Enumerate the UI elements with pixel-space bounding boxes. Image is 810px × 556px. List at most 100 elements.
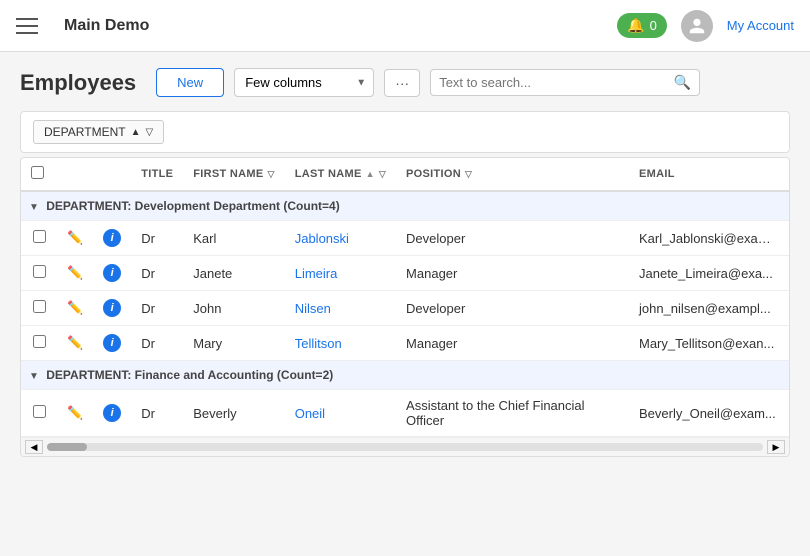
edit-icon[interactable]: ✏️ [67, 405, 83, 420]
info-icon[interactable]: i [103, 229, 121, 247]
my-account-link[interactable]: My Account [727, 18, 794, 33]
row-title: Dr [131, 326, 183, 361]
th-title: TITLE [131, 158, 183, 191]
row-title: Dr [131, 256, 183, 291]
dept-label: ▼ DEPARTMENT: Finance and Accounting (Co… [21, 361, 789, 390]
column-select-wrapper: Few columns All columns Custom ▼ [234, 68, 374, 97]
row-checkbox-cell [21, 256, 57, 291]
page-heading: Employees [20, 70, 136, 96]
row-checkbox-cell [21, 326, 57, 361]
header-right: 🔔 0 My Account [617, 10, 794, 42]
row-position: Assistant to the Chief Financial Officer [396, 390, 629, 437]
row-last-name: Limeira [285, 256, 396, 291]
last-name-filter-icon[interactable]: ▽ [379, 169, 386, 180]
row-title: Dr [131, 221, 183, 256]
edit-icon[interactable]: ✏️ [67, 265, 83, 280]
row-last-name: Jablonski [285, 221, 396, 256]
row-info-cell: i [93, 256, 131, 291]
row-edit-cell: ✏️ [57, 326, 93, 361]
th-info [93, 158, 131, 191]
scroll-right-button[interactable]: ▶ [767, 440, 785, 454]
app-title: Main Demo [64, 17, 149, 35]
search-input[interactable] [439, 75, 674, 90]
info-icon[interactable]: i [103, 404, 121, 422]
collapse-arrow-dev[interactable]: ▼ [29, 202, 39, 213]
row-info-cell: i [93, 221, 131, 256]
scroll-thumb [47, 443, 87, 451]
first-name-filter-icon[interactable]: ▽ [267, 169, 274, 180]
top-header: Main Demo 🔔 0 My Account [0, 0, 810, 52]
notif-count: 0 [650, 18, 657, 33]
page-content: Employees New Few columns All columns Cu… [0, 52, 810, 556]
table-header-row: TITLE FIRST NAME ▽ LAST NAME ▲ ▽ [21, 158, 789, 191]
row-edit-cell: ✏️ [57, 390, 93, 437]
table-body: ▼ DEPARTMENT: Development Department (Co… [21, 191, 789, 437]
row-checkbox[interactable] [33, 300, 46, 313]
info-icon[interactable]: i [103, 264, 121, 282]
row-checkbox[interactable] [33, 265, 46, 278]
row-position: Developer [396, 291, 629, 326]
employees-table: TITLE FIRST NAME ▽ LAST NAME ▲ ▽ [21, 158, 789, 437]
row-last-name: Tellitson [285, 326, 396, 361]
horizontal-scrollbar: ◀ ▶ [21, 437, 789, 456]
row-last-name: Nilsen [285, 291, 396, 326]
funnel-icon: ▽ [145, 127, 153, 138]
info-icon[interactable]: i [103, 299, 121, 317]
row-edit-cell: ✏️ [57, 256, 93, 291]
row-position: Manager [396, 256, 629, 291]
row-position: Manager [396, 326, 629, 361]
scroll-left-button[interactable]: ◀ [25, 440, 43, 454]
row-checkbox[interactable] [33, 405, 46, 418]
row-email: Mary_Tellitson@exan... [629, 326, 789, 361]
th-position: POSITION ▽ [396, 158, 629, 191]
page-toolbar: Employees New Few columns All columns Cu… [20, 68, 790, 97]
search-wrapper: 🔍 [430, 69, 700, 96]
sort-up-icon: ▲ [131, 127, 141, 138]
row-checkbox[interactable] [33, 335, 46, 348]
row-edit-cell: ✏️ [57, 221, 93, 256]
row-email: Janete_Limeira@exa... [629, 256, 789, 291]
new-button[interactable]: New [156, 68, 224, 97]
table-row: ✏️ i Dr Janete Limeira Manager Janete_Li… [21, 256, 789, 291]
filter-bar: DEPARTMENT ▲ ▽ [20, 111, 790, 153]
dept-label: ▼ DEPARTMENT: Development Department (Co… [21, 191, 789, 221]
collapse-arrow-finance[interactable]: ▼ [29, 371, 39, 382]
table-row: ✏️ i Dr Karl Jablonski Developer Karl_Ja… [21, 221, 789, 256]
table-row: ✏️ i Dr Mary Tellitson Manager Mary_Tell… [21, 326, 789, 361]
row-email: john_nilsen@exampl... [629, 291, 789, 326]
row-info-cell: i [93, 326, 131, 361]
filter-label: DEPARTMENT [44, 125, 126, 139]
row-email: Beverly_Oneil@exam... [629, 390, 789, 437]
edit-icon[interactable]: ✏️ [67, 335, 83, 350]
edit-icon[interactable]: ✏️ [67, 300, 83, 315]
row-first-name: Janete [183, 256, 284, 291]
table-row: ✏️ i Dr John Nilsen Developer john_nilse… [21, 291, 789, 326]
last-name-sort-icon[interactable]: ▲ [366, 169, 375, 179]
th-first-name: FIRST NAME ▽ [183, 158, 284, 191]
row-title: Dr [131, 390, 183, 437]
th-edit [57, 158, 93, 191]
more-options-button[interactable]: ··· [384, 69, 420, 97]
dept-group-row: ▼ DEPARTMENT: Development Department (Co… [21, 191, 789, 221]
row-info-cell: i [93, 390, 131, 437]
scroll-track [47, 443, 763, 451]
department-filter-tag[interactable]: DEPARTMENT ▲ ▽ [33, 120, 164, 144]
select-all-checkbox[interactable] [31, 166, 44, 179]
th-select-all [21, 158, 57, 191]
row-checkbox[interactable] [33, 230, 46, 243]
row-position: Developer [396, 221, 629, 256]
bell-icon: 🔔 [627, 17, 644, 34]
info-icon[interactable]: i [103, 334, 121, 352]
row-first-name: John [183, 291, 284, 326]
edit-icon[interactable]: ✏️ [67, 230, 83, 245]
th-email: EMAIL [629, 158, 789, 191]
position-filter-icon[interactable]: ▽ [465, 169, 472, 180]
th-last-name: LAST NAME ▲ ▽ [285, 158, 396, 191]
row-email: Karl_Jablonski@exam... [629, 221, 789, 256]
row-info-cell: i [93, 291, 131, 326]
notifications-button[interactable]: 🔔 0 [617, 13, 667, 38]
row-first-name: Karl [183, 221, 284, 256]
search-icon[interactable]: 🔍 [674, 74, 691, 91]
hamburger-menu[interactable] [16, 8, 52, 44]
column-select[interactable]: Few columns All columns Custom [234, 68, 374, 97]
